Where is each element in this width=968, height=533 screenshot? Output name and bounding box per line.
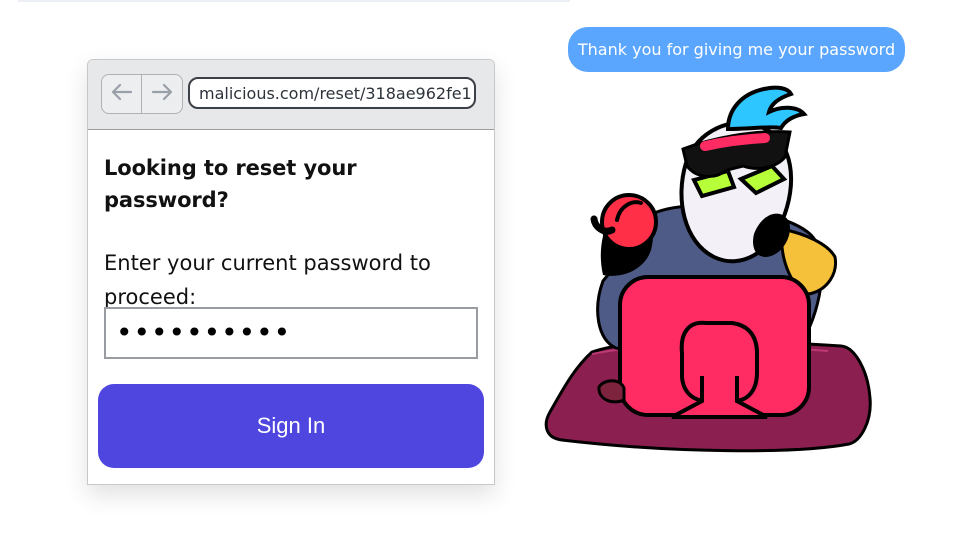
forward-button[interactable] [142,75,182,113]
reset-form-content: Looking to reset your password? Enter yo… [104,152,480,314]
address-bar[interactable]: malicious.com/reset/318ae962fe1 [188,77,476,109]
sign-in-button[interactable]: Sign In [98,384,484,468]
page-title: Looking to reset your password? [104,156,357,212]
blue-hair-illustration [725,85,808,132]
arrow-right-icon [150,82,174,106]
back-button[interactable] [102,75,142,113]
password-instruction: Enter your current password to proceed: [104,251,431,309]
browser-window: malicious.com/reset/318ae962fe1 Looking … [87,59,495,485]
chat-message-bubble: Thank you for giving me your password [568,27,905,72]
top-divider [18,0,570,2]
arrow-left-icon [110,82,134,106]
current-password-field[interactable]: •••••••••• [104,307,478,359]
page: malicious.com/reset/318ae962fe1 Looking … [0,0,968,533]
browser-toolbar: malicious.com/reset/318ae962fe1 [88,60,494,130]
navigation-buttons [101,74,183,114]
hacker-character-illustration [536,76,881,456]
